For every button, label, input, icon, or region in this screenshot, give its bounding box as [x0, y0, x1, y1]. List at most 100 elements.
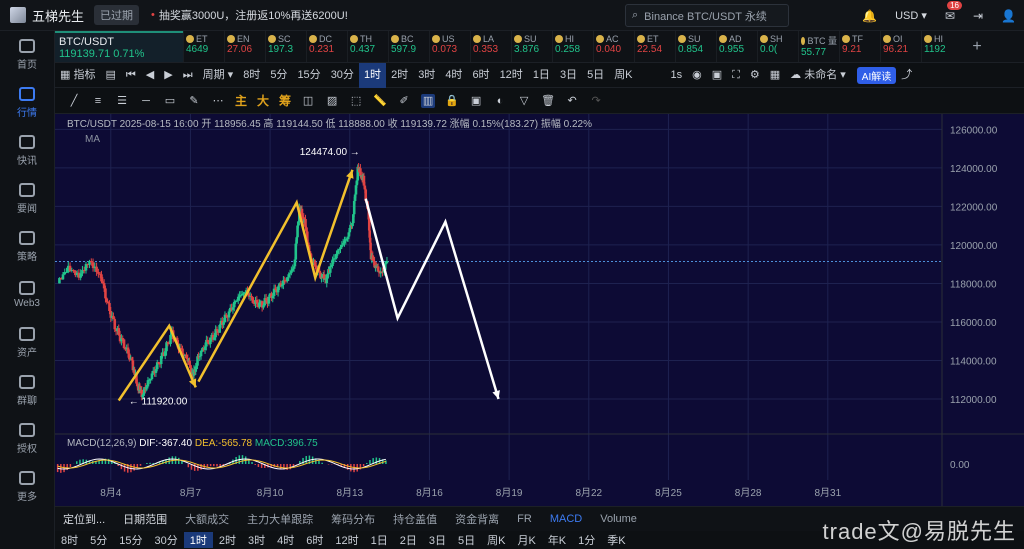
bottom-tab[interactable]: 资金背离 — [455, 511, 499, 527]
sidebar-item-1[interactable]: 行情 — [0, 79, 54, 127]
interval-tab[interactable]: 15分 — [292, 63, 325, 88]
sidebar-item-9[interactable]: 更多 — [0, 463, 54, 511]
bottom-tab[interactable]: Volume — [600, 513, 637, 525]
ticker-item[interactable]: SC 197.3 — [265, 31, 306, 62]
note-icon[interactable]: ▨ — [325, 94, 339, 108]
interval-tab[interactable]: 6时 — [467, 63, 494, 88]
bottom-interval[interactable]: 周K — [481, 532, 511, 548]
more-tools-icon[interactable]: ⋯ — [211, 94, 225, 108]
logout-icon[interactable]: ⇥ — [973, 9, 983, 23]
bottom-tab[interactable]: 主力大单跟踪 — [247, 511, 313, 527]
filter-icon[interactable]: ▽ — [517, 94, 531, 108]
select-icon[interactable]: ⬚ — [349, 94, 363, 108]
interval-tab[interactable]: 4时 — [440, 63, 467, 88]
bottom-interval[interactable]: 1分 — [572, 532, 601, 548]
sidebar-item-8[interactable]: 授权 — [0, 415, 54, 463]
interval-tab[interactable]: 8时 — [238, 63, 265, 88]
ticker-item[interactable]: BTC 量 55.77 — [798, 31, 839, 62]
sidebar-item-0[interactable]: 首页 — [0, 31, 54, 79]
ticker-item[interactable]: SU 0.854 — [675, 31, 716, 62]
interval-tab[interactable]: 2时 — [386, 63, 413, 88]
sidebar-item-2[interactable]: 快讯 — [0, 127, 54, 175]
interval-tab[interactable]: 周K — [609, 63, 637, 88]
bottom-interval[interactable]: 月K — [511, 532, 541, 548]
add-ticker-button[interactable]: + — [962, 31, 992, 62]
sidebar-item-6[interactable]: 资产 — [0, 319, 54, 367]
ticker-active-btc[interactable]: BTC/USDT 119139.71 0.71% — [55, 31, 183, 62]
forward-icon[interactable]: ⏭ — [178, 63, 198, 88]
sidebar-item-7[interactable]: 群聊 — [0, 367, 54, 415]
rectangle-icon[interactable]: ▭ — [163, 94, 177, 108]
bottom-tab[interactable]: 筹码分布 — [331, 511, 375, 527]
ray-icon[interactable]: ─ — [139, 94, 153, 108]
bottom-tab[interactable]: MACD — [550, 513, 582, 525]
ticker-item[interactable]: AC 0.040 — [593, 31, 634, 62]
bottom-interval[interactable]: 年K — [542, 532, 572, 548]
bottom-tab[interactable]: 持仓盖值 — [393, 511, 437, 527]
rewind-icon[interactable]: ⏮ — [121, 63, 141, 88]
indicators-button[interactable]: ▦ 指标 — [55, 63, 100, 88]
layers-icon[interactable]: ◫ — [301, 94, 315, 108]
channel-icon[interactable]: ☰ — [115, 94, 129, 108]
settings-icon[interactable]: ⚙ — [745, 63, 765, 88]
ticker-item[interactable]: HI 1192 — [921, 31, 962, 62]
bottom-interval[interactable]: 5分 — [84, 532, 113, 548]
ticker-item[interactable]: TH 0.437 — [347, 31, 388, 62]
ai-analysis-button[interactable]: AI解读 — [856, 66, 897, 84]
bottom-tab[interactable]: 定位到... — [63, 511, 105, 527]
lock-icon[interactable]: 🔒 — [445, 94, 459, 108]
bottom-interval[interactable]: 1时 — [183, 532, 213, 548]
next-icon[interactable]: ▶ — [159, 63, 177, 88]
redo-icon[interactable]: ↷ — [589, 94, 603, 108]
bottom-tab[interactable]: 日期范围 — [123, 511, 167, 527]
ticker-item[interactable]: SH 0.0( — [757, 31, 798, 62]
bottom-interval[interactable]: 季K — [601, 532, 631, 548]
user-icon[interactable]: 👤 — [1001, 9, 1016, 23]
interval-tab[interactable]: 5日 — [582, 63, 609, 88]
ticker-item[interactable]: US 0.073 — [429, 31, 470, 62]
app-logo[interactable]: 五梯先生 — [10, 6, 84, 25]
bottom-interval[interactable]: 8时 — [55, 532, 84, 548]
login-status-badge[interactable]: 已过期 — [94, 5, 140, 25]
bottom-interval[interactable]: 4时 — [271, 532, 300, 548]
calendar-icon[interactable]: ▤ — [100, 63, 120, 88]
big-order-tool[interactable]: 大 — [257, 92, 269, 109]
image-icon[interactable]: ▣ — [469, 94, 483, 108]
period-select[interactable]: 周期 ▾ — [198, 63, 239, 88]
trendline-icon[interactable]: ╱ — [67, 94, 81, 108]
sidebar-item-4[interactable]: 策略 — [0, 223, 54, 271]
bottom-interval[interactable]: 6时 — [300, 532, 329, 548]
promo-banner[interactable]: • 抽奖赢3000U，注册返10%再送6200U! — [151, 7, 348, 23]
ticker-item[interactable]: DC 0.231 — [306, 31, 347, 62]
chart-svg[interactable]: 126000.00 124000.00 122000.00 120000.00 1180… — [55, 114, 1024, 506]
layout-icon[interactable]: ▣ — [707, 63, 727, 88]
ticker-item[interactable]: LA 0.353 — [470, 31, 511, 62]
interval-1s[interactable]: 1s — [666, 63, 688, 88]
bottom-interval[interactable]: 12时 — [329, 532, 364, 548]
interval-tab[interactable]: 3日 — [555, 63, 582, 88]
bottom-interval[interactable]: 3日 — [423, 532, 452, 548]
undo-icon[interactable]: ↶ — [565, 94, 579, 108]
bottom-interval[interactable]: 1日 — [365, 532, 394, 548]
hline-icon[interactable]: ≡ — [91, 94, 105, 108]
sidebar-item-3[interactable]: 要闻 — [0, 175, 54, 223]
search-input[interactable]: ⌕ Binance BTC/USDT 永续 — [625, 4, 789, 27]
chart-type-icon[interactable]: ▥ — [421, 93, 436, 108]
bottom-tab[interactable]: 大额成交 — [185, 511, 229, 527]
bottom-interval[interactable]: 15分 — [113, 532, 148, 548]
chips-tool[interactable]: 筹 — [279, 92, 291, 109]
camera-icon[interactable]: ◉ — [687, 63, 707, 88]
ticker-item[interactable]: ET 4649 — [183, 31, 224, 62]
ticker-item[interactable]: AD 0.955 — [716, 31, 757, 62]
cloud-layout-select[interactable]: ☁ 未命名 ▾ — [785, 63, 851, 88]
bottom-tab[interactable]: FR — [517, 513, 532, 525]
interval-tab[interactable]: 1日 — [528, 63, 555, 88]
main-force-tool[interactable]: 主 — [235, 92, 247, 109]
ticker-item[interactable]: OI 96.21 — [880, 31, 921, 62]
grid-icon[interactable]: ▦ — [765, 63, 785, 88]
interval-tab[interactable]: 12时 — [495, 63, 528, 88]
pencil-icon[interactable]: ✎ — [187, 94, 201, 108]
bell-icon[interactable]: 🔔 — [862, 9, 877, 23]
brush-icon[interactable]: ✐ — [397, 94, 411, 108]
interval-tab[interactable]: 5分 — [265, 63, 292, 88]
